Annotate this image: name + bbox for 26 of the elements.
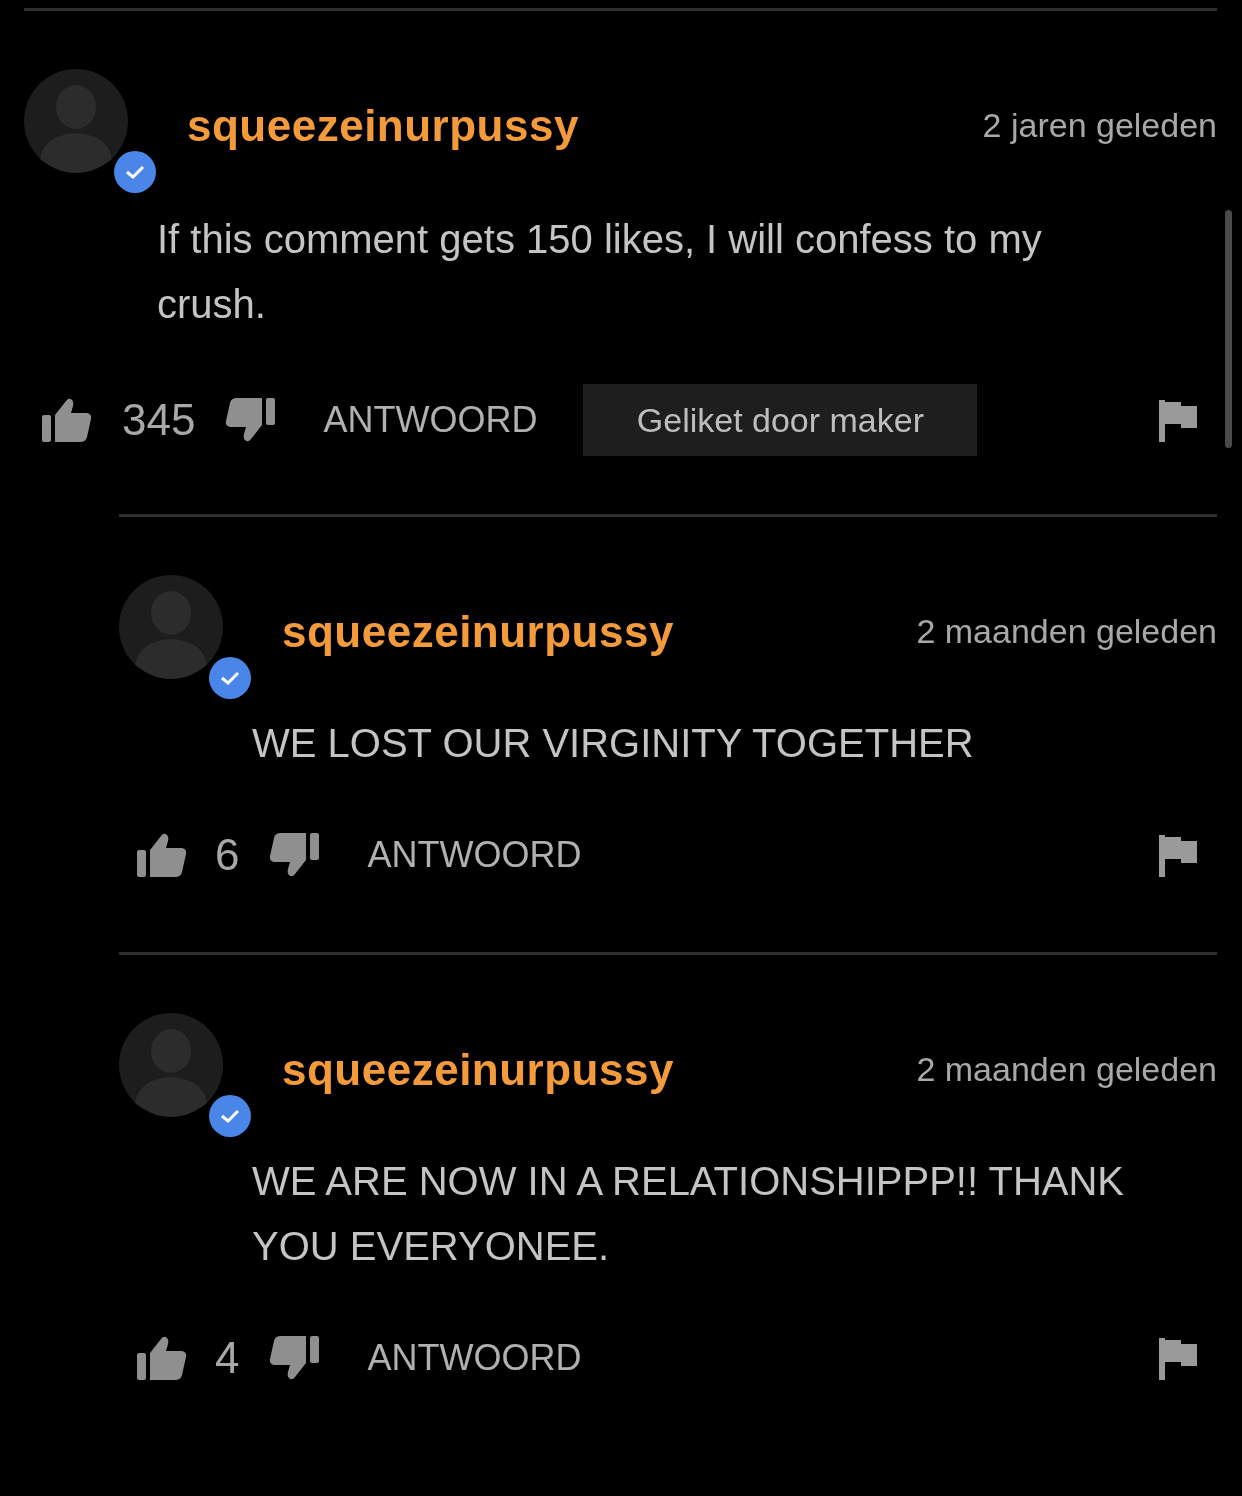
thumbs-up-icon[interactable] (137, 1335, 187, 1381)
comment-text: WE ARE NOW IN A RELATIONSHIPPP!! THANK YOU EVERYONEE. (252, 1158, 1126, 1270)
flag-icon[interactable] (1159, 833, 1199, 877)
username[interactable]: squeezeinurpussy (187, 101, 579, 151)
comment-text: If this comment gets 150 likes, I will confess to my crush. (157, 216, 1043, 328)
timestamp: 2 maanden geleden (916, 1050, 1217, 1089)
thumbs-down-icon[interactable] (269, 832, 320, 878)
timestamp: 2 maanden geleden (916, 612, 1217, 651)
thumbs-down-icon[interactable] (269, 1335, 320, 1381)
like-count: 4 (215, 1333, 240, 1383)
username[interactable]: squeezeinurpussy (282, 1045, 674, 1095)
like-count: 345 (122, 395, 196, 445)
scrollbar[interactable] (1225, 210, 1232, 448)
reply-button[interactable]: ANTWOORD (367, 1337, 582, 1379)
creator-like-badge: Geliket door maker (583, 384, 978, 456)
reply-button[interactable]: ANTWOORD (367, 834, 582, 876)
comment-text: WE LOST OUR VIRGINITY TOGETHER (252, 720, 975, 767)
like-count: 6 (215, 830, 240, 880)
thumbs-up-icon[interactable] (42, 397, 92, 443)
reply-button[interactable]: ANTWOORD (323, 399, 538, 441)
flag-icon[interactable] (1159, 398, 1199, 442)
flag-icon[interactable] (1159, 1336, 1199, 1380)
thumbs-down-icon[interactable] (225, 397, 276, 443)
timestamp: 2 jaren geleden (982, 106, 1217, 145)
thumbs-up-icon[interactable] (137, 832, 187, 878)
username[interactable]: squeezeinurpussy (282, 607, 674, 657)
